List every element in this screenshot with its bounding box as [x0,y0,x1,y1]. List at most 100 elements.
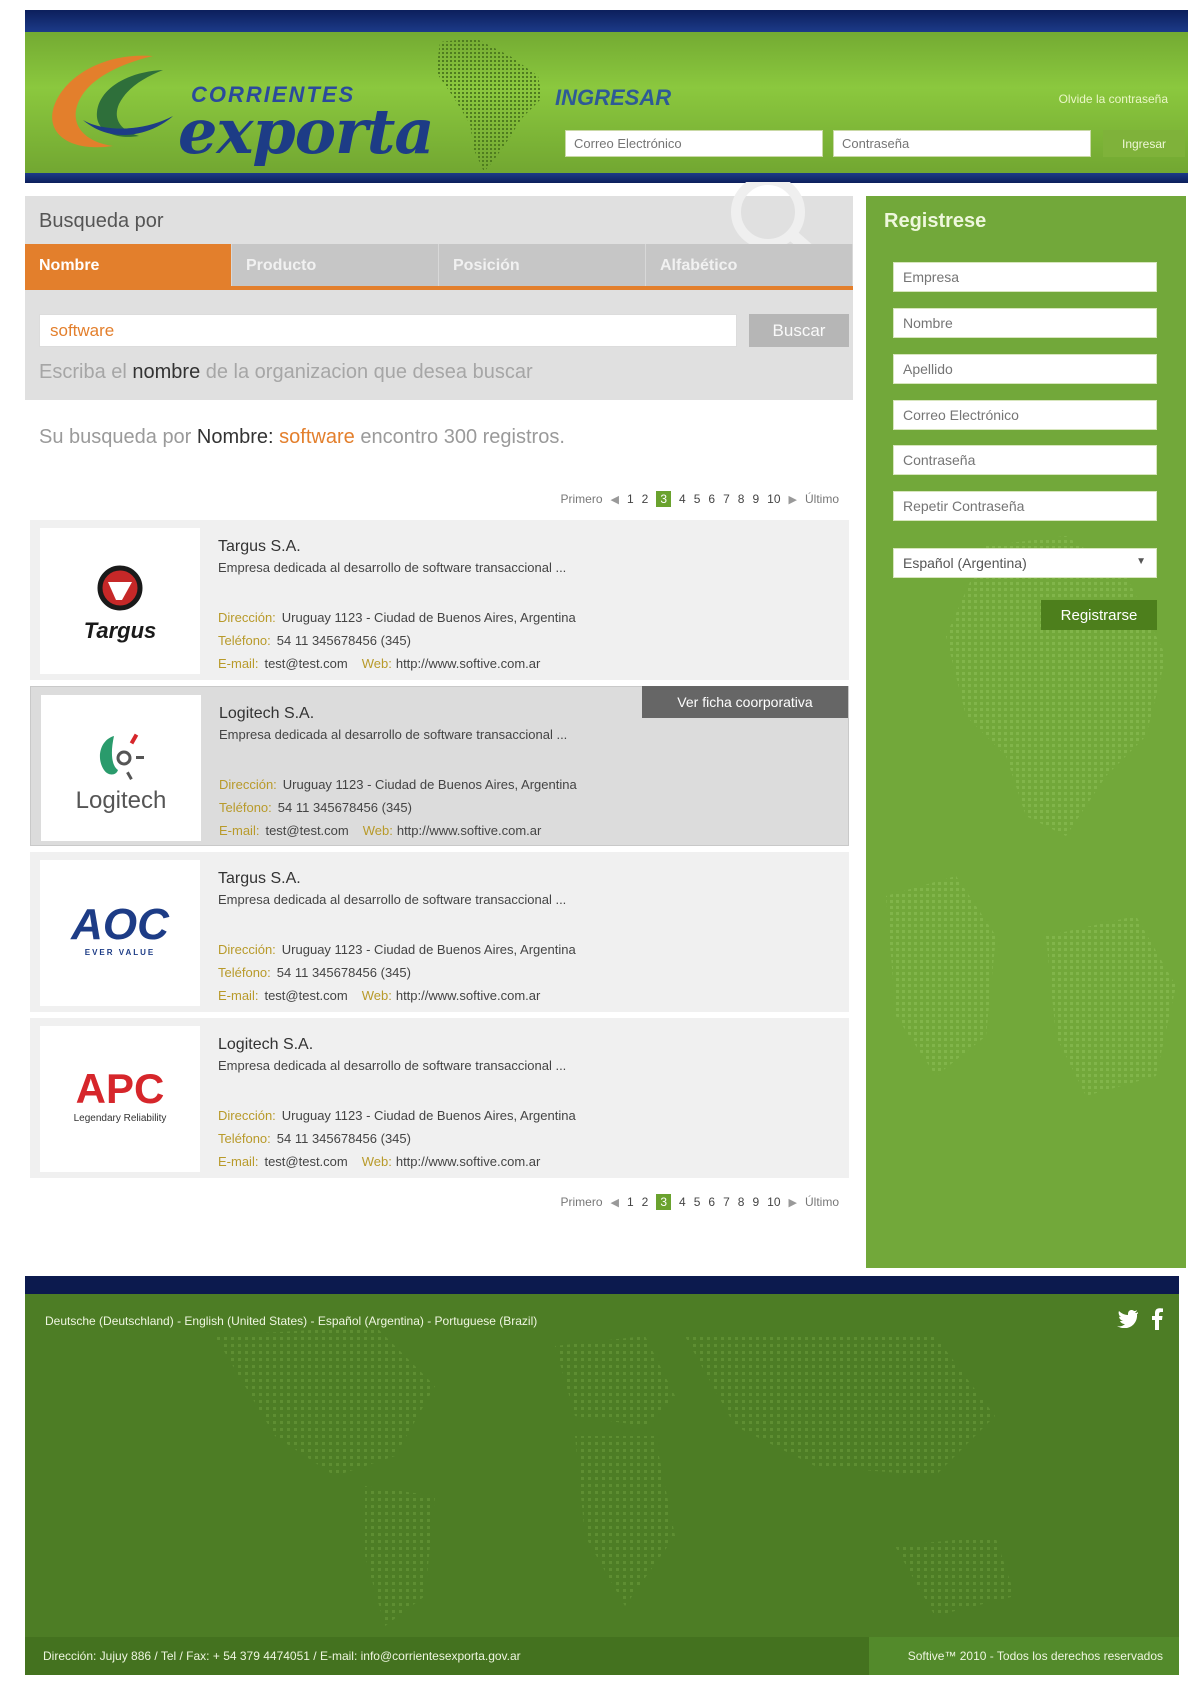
lang-link-es[interactable]: Español (Argentina) [318,1314,424,1328]
pagination-first-link[interactable]: Primero [560,1195,602,1209]
arrow-left-icon[interactable]: ◀ [611,493,619,506]
pagination-page-7[interactable]: 7 [723,492,730,506]
twitter-icon[interactable] [1117,1310,1139,1328]
phone-label: Teléfono: [219,800,272,815]
web-value[interactable]: http://www.softive.com.ar [396,656,541,671]
search-hint: Escriba el nombre de la organizacion que… [39,361,533,384]
pagination-page-9[interactable]: 9 [752,492,759,506]
summary-prefix: Su busqueda por [39,426,197,448]
web-value[interactable]: http://www.softive.com.ar [397,823,542,838]
pagination-page-3[interactable]: 3 [656,1194,672,1210]
email-value[interactable]: test@test.com [264,1154,347,1169]
login-email-field[interactable] [565,130,823,157]
web-label: Web: [362,823,393,838]
footer: Deutsche (Deutschland) - English (United… [25,1276,1179,1675]
magnifier-icon [731,182,821,252]
tab-posicion[interactable]: Posición [439,244,646,286]
company-description: Empresa dedicada al desarrollo de softwa… [218,892,567,907]
pagination-page-8[interactable]: 8 [738,492,745,506]
list-item[interactable]: AOC EVER VALUE Targus S.A. Empresa dedic… [30,852,849,1012]
phone-value: 54 11 345678456 (345) [276,1131,411,1146]
company-logo-targus[interactable]: Targus [40,528,200,674]
company-name[interactable]: Targus S.A. [218,538,301,556]
pagination-page-5[interactable]: 5 [694,492,701,506]
company-name[interactable]: Logitech S.A. [219,705,314,723]
lang-separator: - [423,1314,435,1328]
email-label: E-mail: [218,988,259,1003]
register-password-field[interactable] [893,445,1157,475]
arrow-right-icon[interactable]: ▶ [789,1196,797,1209]
company-logo-apc[interactable]: APC Legendary Reliability [40,1026,200,1172]
company-phone: Teléfono: 54 11 345678456 (345) [219,800,412,815]
company-logo-logitech[interactable]: Logitech [41,695,201,841]
company-phone: Teléfono: 54 11 345678456 (345) [218,1131,411,1146]
footer-copyright: Softive™ 2010 - Todos los derechos reser… [907,1649,1163,1663]
aoc-logo-icon: AOC EVER VALUE [70,900,170,957]
forgot-password-link[interactable]: Olvide la contraseña [1059,92,1168,106]
pagination-page-3[interactable]: 3 [656,491,672,507]
pagination-page-6[interactable]: 6 [708,1195,715,1209]
search-input[interactable] [39,314,737,347]
register-button[interactable]: Registrarse [1041,600,1157,630]
pagination-last-link[interactable]: Último [805,1195,839,1209]
phone-label: Teléfono: [218,965,271,980]
pagination-page-1[interactable]: 1 [627,1195,634,1209]
register-email-field[interactable] [893,400,1157,430]
company-name[interactable]: Logitech S.A. [218,1036,313,1054]
apc-logo-tagline: Legendary Reliability [74,1113,167,1124]
web-value[interactable]: http://www.softive.com.ar [396,988,541,1003]
tab-alfabetico[interactable]: Alfabético [646,244,853,286]
pagination-page-7[interactable]: 7 [723,1195,730,1209]
pagination-page-6[interactable]: 6 [708,492,715,506]
search-button[interactable]: Buscar [749,314,849,347]
list-item[interactable]: APC Legendary Reliability Logitech S.A. … [30,1018,849,1178]
pagination-page-1[interactable]: 1 [627,492,634,506]
email-value[interactable]: test@test.com [264,656,347,671]
company-logo-aoc[interactable]: AOC EVER VALUE [40,860,200,1006]
company-phone: Teléfono: 54 11 345678456 (345) [218,965,411,980]
register-language-select[interactable]: Español (Argentina) ▼ [893,548,1157,578]
company-name[interactable]: Targus S.A. [218,870,301,888]
tab-nombre[interactable]: Nombre [25,244,232,286]
search-tabs: Nombre Producto Posición Alfabético [25,244,853,290]
phone-label: Teléfono: [218,1131,271,1146]
phone-label: Teléfono: [218,633,271,648]
web-value[interactable]: http://www.softive.com.ar [396,1154,541,1169]
arrow-right-icon[interactable]: ▶ [789,493,797,506]
register-lastname-field[interactable] [893,354,1157,384]
list-item[interactable]: Logitech Logitech S.A. Empresa dedicada … [30,686,849,846]
company-address: Dirección: Uruguay 1123 - Ciudad de Bueno… [218,942,576,957]
tab-producto[interactable]: Producto [232,244,439,286]
company-contact: E-mail: test@test.com Web: http://www.softi… [219,823,541,838]
pagination-page-4[interactable]: 4 [679,1195,686,1209]
pagination-page-10[interactable]: 10 [767,492,780,506]
summary-term: software [279,426,355,448]
pagination-page-9[interactable]: 9 [752,1195,759,1209]
register-repeat-password-field[interactable] [893,491,1157,521]
login-password-field[interactable] [833,130,1091,157]
main-content: Busqueda por Nombre Producto Posición Al… [25,182,853,1268]
pagination-page-2[interactable]: 2 [642,1195,649,1209]
login-button[interactable]: Ingresar [1103,130,1185,157]
pagination-page-5[interactable]: 5 [694,1195,701,1209]
view-corporate-profile-button[interactable]: Ver ficha coorporativa [642,686,848,718]
pagination-first-link[interactable]: Primero [560,492,602,506]
lang-link-de[interactable]: Deutsche (Deutschland) [45,1314,174,1328]
arrow-left-icon[interactable]: ◀ [611,1196,619,1209]
header: CORRIENTES exporta INGRESAR Olvide la co… [25,10,1188,183]
lang-link-en[interactable]: English (United States) [184,1314,307,1328]
pagination-page-8[interactable]: 8 [738,1195,745,1209]
list-item[interactable]: Targus Targus S.A. Empresa dedicada al d… [30,520,849,680]
pagination-page-10[interactable]: 10 [767,1195,780,1209]
lang-link-pt[interactable]: Portuguese (Brazil) [435,1314,538,1328]
email-value[interactable]: test@test.com [265,823,348,838]
email-value[interactable]: test@test.com [264,988,347,1003]
pagination-page-2[interactable]: 2 [642,492,649,506]
register-company-field[interactable] [893,262,1157,292]
pagination-page-4[interactable]: 4 [679,492,686,506]
pagination-last-link[interactable]: Último [805,492,839,506]
apc-logo-icon: APC Legendary Reliability [74,1065,167,1124]
facebook-icon[interactable] [1151,1308,1163,1330]
logo[interactable]: CORRIENTES exporta [43,50,435,170]
register-name-field[interactable] [893,308,1157,338]
